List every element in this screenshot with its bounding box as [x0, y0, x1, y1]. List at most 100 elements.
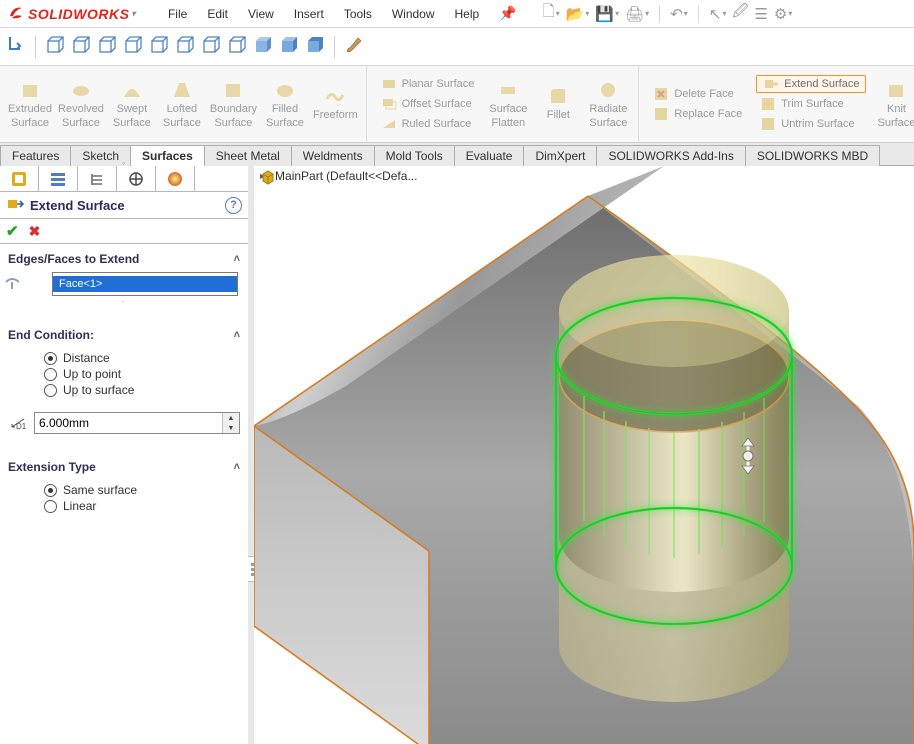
radio-linear[interactable]: Linear [8, 498, 240, 514]
save-button[interactable]: 💾▾ [595, 5, 619, 23]
view-back-icon[interactable] [71, 35, 91, 58]
view-shaded-icon[interactable] [279, 35, 299, 58]
command-title: Extend Surface [30, 198, 219, 213]
selection-filter-icon[interactable] [0, 270, 24, 294]
view-dimetric-icon[interactable] [227, 35, 247, 58]
dimxpert-manager-tab[interactable] [117, 166, 156, 191]
radio-same-surface[interactable]: Same surface [8, 482, 240, 498]
help-icon[interactable]: ? [225, 197, 242, 214]
ok-button[interactable]: ✔ [6, 222, 19, 240]
tab-surfaces[interactable]: Surfaces [130, 145, 205, 166]
edges-faces-section-title: Edges/Faces to Extend [8, 252, 139, 266]
collapse-endcond-icon[interactable]: ˄ [234, 329, 240, 341]
surface-flatten-button[interactable]: SurfaceFlatten [484, 70, 532, 138]
tab-features[interactable]: Features [0, 145, 71, 166]
boundary-surface-button[interactable]: BoundarySurface [208, 70, 259, 138]
ds-logo-icon [8, 4, 24, 24]
quick-access-toolbar: 🗋▾ 📂▾ 💾▾ 🖨▾ ↶▾ ↖▾ 🖉 ☰ ⚙▾ [525, 0, 914, 27]
distance-dimension-icon: D1 [8, 413, 28, 434]
feature-manager-tab[interactable] [0, 166, 39, 191]
menu-insert[interactable]: Insert [286, 3, 332, 25]
knit-surface-button[interactable]: KnitSurface [872, 70, 914, 138]
menu-file[interactable]: File [160, 3, 195, 25]
radiate-surface-button[interactable]: RadiateSurface [584, 70, 632, 138]
menu-window[interactable]: Window [384, 3, 443, 25]
radio-samesurface-label: Same surface [63, 483, 137, 497]
orientation-dropdown-icon[interactable] [6, 35, 26, 58]
command-ribbon: ExtrudedSurface RevolvedSurface SweptSur… [0, 66, 914, 143]
appearance-brush-icon[interactable] [344, 35, 364, 58]
main-menu: File Edit View Insert Tools Window Help … [144, 0, 525, 27]
tab-mold-tools[interactable]: Mold Tools [374, 145, 455, 166]
menu-view[interactable]: View [240, 3, 282, 25]
distance-increase-button[interactable]: ▲ [223, 413, 239, 423]
view-front-icon[interactable] [45, 35, 65, 58]
menu-edit[interactable]: Edit [199, 3, 236, 25]
radio-up-to-surface[interactable]: Up to surface [8, 382, 240, 398]
pin-menu-icon[interactable]: 📌 [491, 1, 524, 26]
view-normal-to-icon[interactable] [305, 35, 325, 58]
panel-gripper-icon[interactable]: ◦ [122, 158, 125, 168]
view-left-icon[interactable] [97, 35, 117, 58]
tab-sheet-metal[interactable]: Sheet Metal [204, 145, 292, 166]
options-list-icon[interactable]: ☰ [754, 5, 767, 23]
tab-addins[interactable]: SOLIDWORKS Add-Ins [596, 145, 745, 166]
new-button[interactable]: 🗋▾ [543, 1, 560, 26]
distance-field[interactable] [35, 413, 222, 433]
radio-distance-label: Distance [63, 351, 110, 365]
radio-uptosurface-label: Up to surface [63, 383, 134, 397]
freeform-button[interactable]: Freeform [311, 70, 360, 138]
print-button[interactable]: 🖨▾ [625, 5, 649, 23]
graphics-viewport[interactable]: ▸ MainPart (Default<<Defa... [254, 166, 914, 744]
collapse-exttype-icon[interactable]: ˄ [234, 461, 240, 473]
tab-evaluate[interactable]: Evaluate [454, 145, 525, 166]
settings-button[interactable]: ⚙▾ [774, 5, 792, 23]
collapse-edges-icon[interactable]: ˄ [234, 253, 240, 265]
tab-dimxpert[interactable]: DimXpert [523, 145, 597, 166]
list-resize-gripper[interactable]: ◦ [0, 296, 248, 306]
fillet-button[interactable]: Fillet [534, 70, 582, 138]
ruled-surface-button[interactable]: Ruled Surface [377, 115, 479, 133]
extension-type-section-title: Extension Type [8, 460, 96, 474]
open-button[interactable]: 📂▾ [566, 5, 590, 23]
filled-surface-button[interactable]: FilledSurface [261, 70, 309, 138]
selection-list[interactable]: Face<1> [52, 272, 238, 296]
command-tabs: Features Sketch Surfaces Sheet Metal Wel… [0, 143, 914, 166]
config-manager-tab[interactable] [78, 166, 117, 191]
view-bottom-icon[interactable] [175, 35, 195, 58]
select-button[interactable]: ↖▾ [709, 5, 727, 23]
view-shaded-edges-icon[interactable] [253, 35, 273, 58]
cancel-button[interactable]: ✖ [29, 223, 41, 240]
lofted-surface-button[interactable]: LoftedSurface [158, 70, 206, 138]
tab-mbd[interactable]: SOLIDWORKS MBD [745, 145, 880, 166]
selection-item[interactable]: Face<1> [53, 276, 237, 292]
undo-button[interactable]: ↶▾ [670, 5, 688, 23]
distance-decrease-button[interactable]: ▼ [223, 423, 239, 433]
planar-surface-button[interactable]: Planar Surface [377, 75, 479, 93]
end-condition-section-title: End Condition: [8, 328, 94, 342]
radio-up-to-point[interactable]: Up to point [8, 366, 240, 382]
app-name: SOLIDWORKS [28, 6, 129, 22]
offset-surface-button[interactable]: Offset Surface [377, 95, 479, 113]
radio-distance[interactable]: Distance [8, 350, 240, 366]
distance-input[interactable]: ▲ ▼ [34, 412, 240, 434]
swept-surface-button[interactable]: SweptSurface [108, 70, 156, 138]
view-top-icon[interactable] [149, 35, 169, 58]
replace-face-button[interactable]: Replace Face [649, 105, 746, 123]
extruded-surface-button[interactable]: ExtrudedSurface [6, 70, 54, 138]
menu-help[interactable]: Help [447, 3, 488, 25]
display-manager-tab[interactable] [156, 166, 195, 191]
extend-surface-button[interactable]: Extend Surface [756, 75, 866, 93]
menu-tools[interactable]: Tools [336, 3, 380, 25]
revolved-surface-button[interactable]: RevolvedSurface [56, 70, 106, 138]
delete-face-button[interactable]: Delete Face [649, 85, 746, 103]
menu-dropdown-icon[interactable]: ▾ [131, 9, 136, 18]
radio-linear-label: Linear [63, 499, 96, 513]
tab-weldments[interactable]: Weldments [291, 145, 375, 166]
view-iso-icon[interactable] [201, 35, 221, 58]
view-right-icon[interactable] [123, 35, 143, 58]
property-manager-tab[interactable] [39, 166, 78, 191]
rebuild-button[interactable]: 🖉 [732, 1, 748, 26]
untrim-surface-button[interactable]: Untrim Surface [756, 115, 866, 133]
trim-surface-button[interactable]: Trim Surface [756, 95, 866, 113]
